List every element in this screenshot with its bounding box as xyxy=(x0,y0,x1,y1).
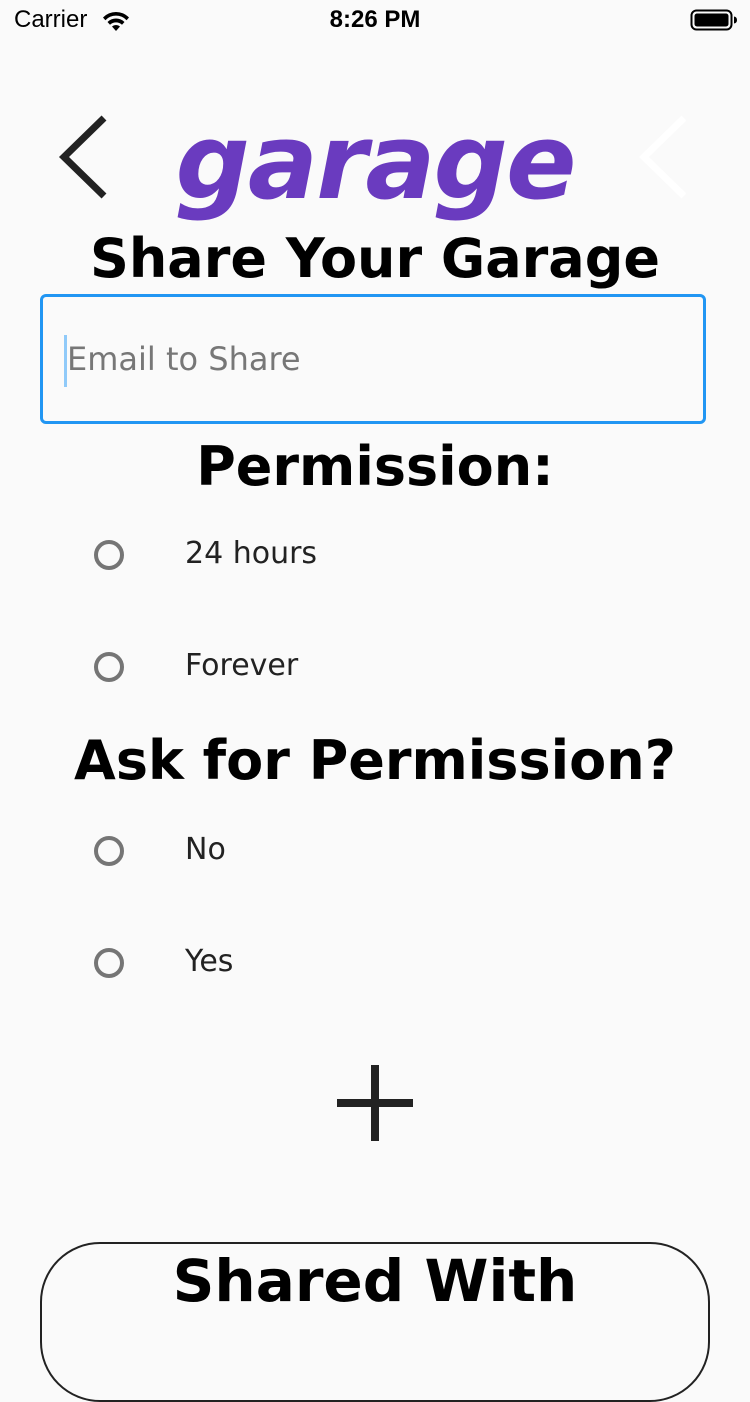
radio-label: No xyxy=(185,832,226,867)
page-title: Share Your Garage xyxy=(89,227,661,290)
email-field[interactable] xyxy=(40,294,706,424)
radio-option-forever[interactable]: Forever xyxy=(90,640,690,700)
app-logo: garage xyxy=(175,101,576,223)
ask-permission-title: Ask for Permission? xyxy=(74,729,676,792)
radio-label: Yes xyxy=(185,944,234,979)
shared-with-title: Shared With xyxy=(172,1247,578,1315)
radio-label: 24 hours xyxy=(185,536,318,571)
permission-title: Permission: xyxy=(196,435,554,498)
status-bar: Carrier 8:26 PM xyxy=(0,0,750,40)
radio-button[interactable] xyxy=(94,540,124,570)
text-cursor xyxy=(64,335,67,387)
radio-button[interactable] xyxy=(94,836,124,866)
radio-option-no[interactable]: No xyxy=(90,824,690,884)
radio-label: Forever xyxy=(185,648,299,683)
add-share-button[interactable] xyxy=(330,1058,420,1148)
email-input[interactable] xyxy=(63,331,667,387)
plus-icon xyxy=(337,1065,413,1141)
radio-option-yes[interactable]: Yes xyxy=(90,936,690,996)
radio-button[interactable] xyxy=(94,948,124,978)
battery-icon xyxy=(690,9,737,31)
radio-button[interactable] xyxy=(94,652,124,682)
status-time: 8:26 PM xyxy=(329,6,421,33)
radio-option-24-hours[interactable]: 24 hours xyxy=(90,528,690,588)
